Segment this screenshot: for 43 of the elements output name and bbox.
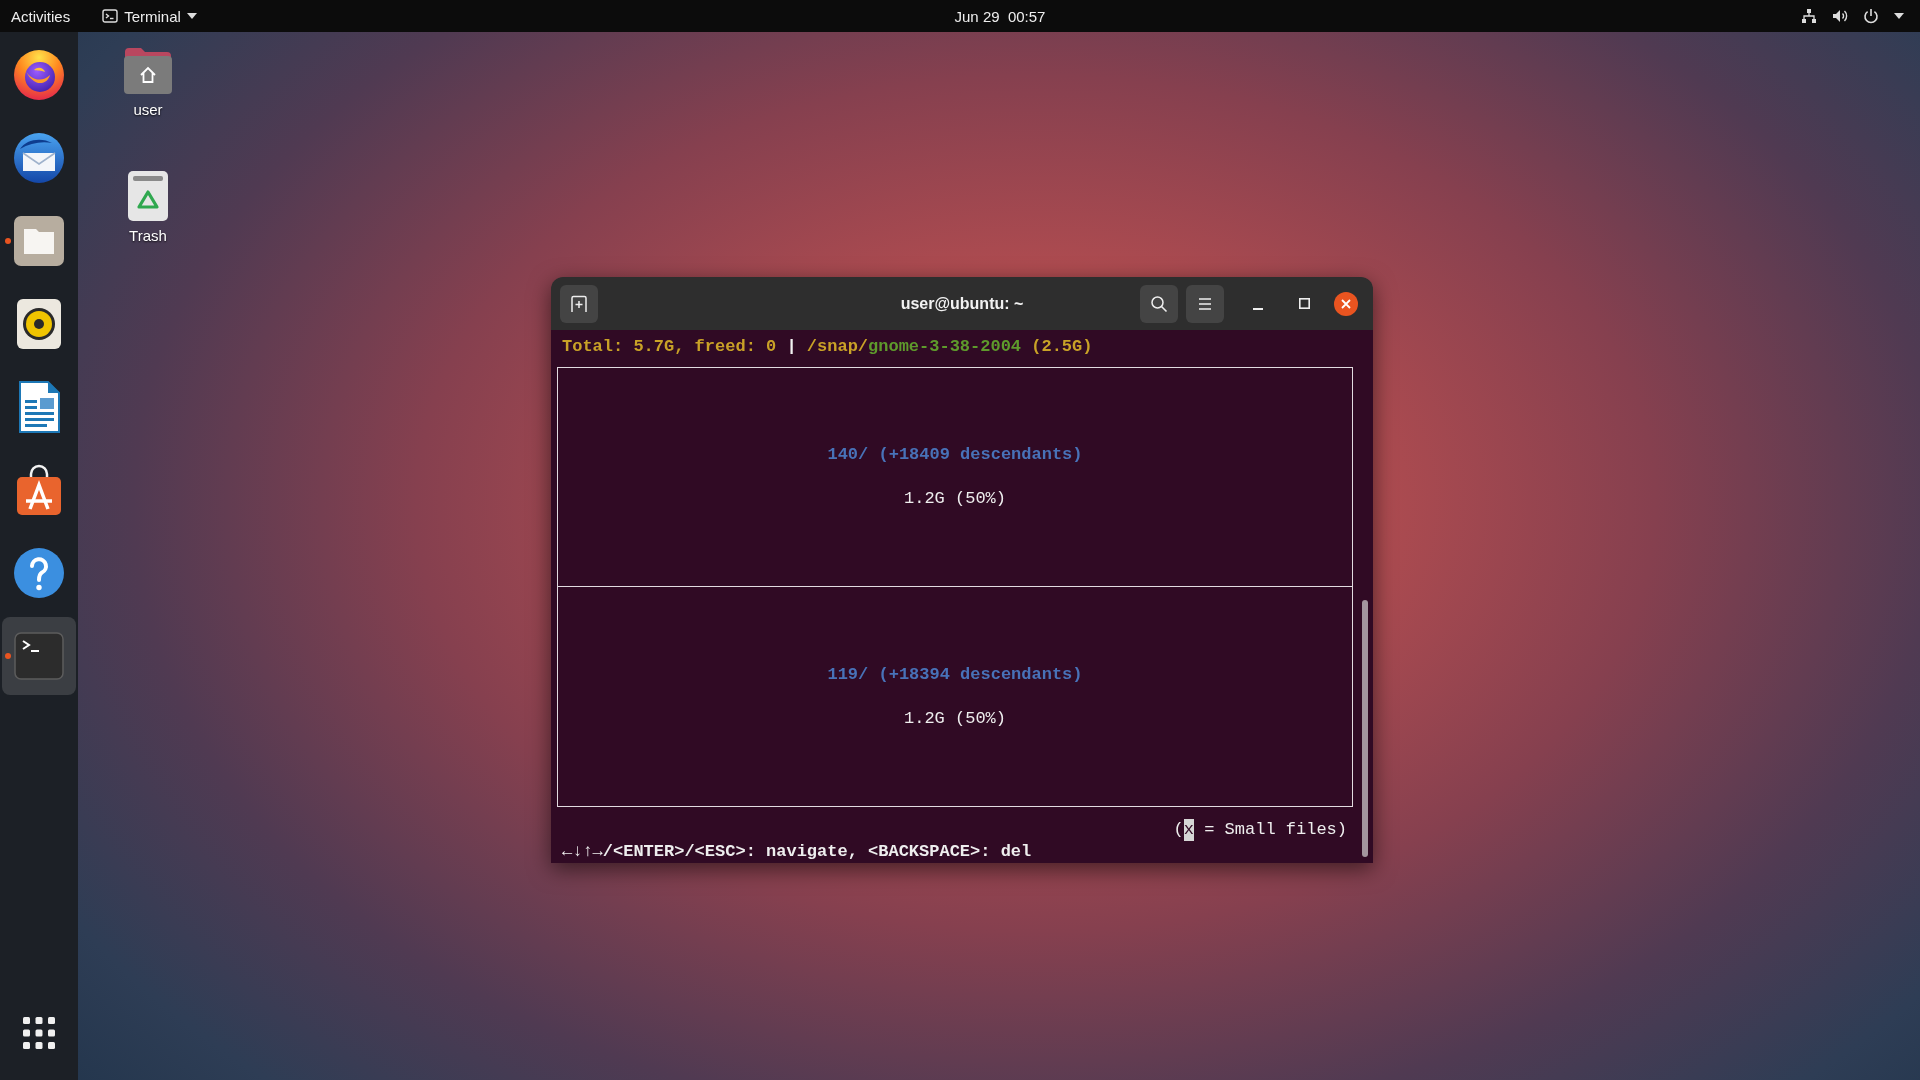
new-tab-icon xyxy=(570,294,588,313)
treemap-tile[interactable]: 140/ (+18409 descendants) 1.2G (50%) xyxy=(557,367,1353,587)
envelope-icon xyxy=(12,131,66,185)
maximize-icon xyxy=(1298,298,1310,309)
folder-name: gnome-3-38-2004 xyxy=(868,336,1022,358)
legend-text: = Small files) xyxy=(1204,819,1347,841)
terminal-icon xyxy=(102,8,119,24)
activities-button[interactable]: Activities xyxy=(0,0,81,32)
treemap-tile[interactable]: 119/ (+18394 descendants) 1.2G (50%) xyxy=(557,587,1353,807)
app-grid-icon xyxy=(21,1015,57,1051)
search-icon xyxy=(1150,294,1168,313)
menu-button[interactable] xyxy=(1186,284,1224,323)
minimize-icon xyxy=(1253,307,1263,310)
new-tab-button[interactable] xyxy=(560,284,598,323)
desktop-item[interactable]: Trash xyxy=(98,170,198,244)
clock-button[interactable]: Jun 29 00:57 xyxy=(944,0,1056,32)
folder-size: 1.2G (50%) xyxy=(904,488,1006,510)
caret-icon xyxy=(186,13,197,19)
folder-icon xyxy=(12,214,66,268)
summary-text: Total: 5.7G, freed: 0 xyxy=(562,336,777,358)
close-button[interactable] xyxy=(1334,291,1358,316)
network-icon xyxy=(1801,8,1817,24)
desktop-item[interactable]: user xyxy=(98,44,198,118)
scrollbar-thumb[interactable] xyxy=(1362,600,1368,857)
help-icon xyxy=(12,546,66,600)
path-text: /snap/ xyxy=(806,336,869,358)
legend-text: ( xyxy=(1173,819,1184,841)
caret-icon xyxy=(1894,13,1904,19)
folder-name: 140/ (+18409 descendants) xyxy=(827,444,1083,466)
search-button[interactable] xyxy=(1140,284,1178,323)
terminal-icon xyxy=(12,629,66,683)
swirl-globe-icon xyxy=(12,48,66,102)
separator-text: | xyxy=(786,336,797,358)
app-menu-button[interactable]: Terminal xyxy=(92,0,207,32)
close-icon xyxy=(1341,298,1351,309)
power-icon xyxy=(1863,8,1879,24)
folder-size: 1.2G (50%) xyxy=(904,707,1006,730)
window-title: user@ubuntu: ~ xyxy=(900,294,1024,313)
folder-name: 119/ (+18394 descendants) xyxy=(827,663,1083,686)
size-text: (2.5G) xyxy=(1031,336,1093,358)
volume-icon xyxy=(1832,8,1848,24)
text-cursor: x xyxy=(1183,819,1194,841)
help-text: ←↓↑→/<ENTER>/<ESC>: navigate, <BACKSPACE>: del xyxy=(561,841,1033,863)
